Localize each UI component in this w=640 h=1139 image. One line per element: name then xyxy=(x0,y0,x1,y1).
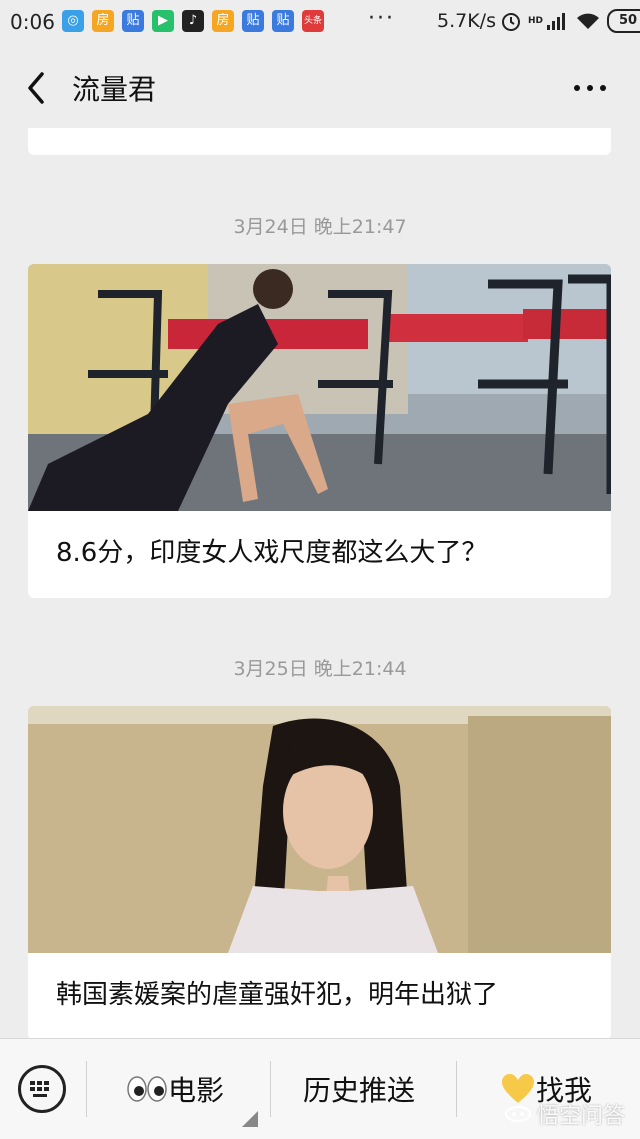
article-title: 8.6分，印度女人戏尺度都这么大了？ xyxy=(56,538,488,568)
headset-app-icon: ◎ xyxy=(62,10,84,32)
article-cover-image[interactable] xyxy=(28,706,611,953)
network-speed: 5.7K/s xyxy=(437,10,496,32)
timestamp: 3月24日 晚上21:47 xyxy=(233,216,407,238)
menu-item-movies[interactable]: 电影 xyxy=(126,1069,224,1109)
nav-bar: 流量君 xyxy=(0,44,640,128)
toutiao-app-icon: 头条 xyxy=(302,10,324,32)
article-cover-image[interactable] xyxy=(28,264,611,511)
tieba-app-icon-2: 贴 xyxy=(242,10,264,32)
article-title: 韩国素媛案的虐童强奸犯，明年出狱了 xyxy=(56,980,499,1010)
status-right: HD 50 xyxy=(500,9,640,33)
timestamp: 3月25日 晚上21:44 xyxy=(233,658,407,680)
hd-label: HD xyxy=(528,16,544,26)
back-icon[interactable] xyxy=(22,68,52,108)
menu-divider xyxy=(86,1061,87,1117)
menu-divider xyxy=(270,1061,271,1117)
menu-divider xyxy=(456,1061,457,1117)
tiktok-app-icon: ♪ xyxy=(182,10,204,32)
article-card[interactable]: 韩国素媛案的虐童强奸犯，明年出狱了 xyxy=(28,706,611,1038)
watermark-text: 悟空问答 xyxy=(537,1104,626,1129)
signal-icon xyxy=(547,13,566,30)
wukong-logo-icon xyxy=(505,1106,531,1122)
alarm-icon xyxy=(502,13,520,31)
eyes-emoji-icon xyxy=(127,1076,167,1102)
previous-article-card[interactable] xyxy=(28,128,611,155)
notification-icons: ◎ 房 贴 ▶ ♪ 房 贴 贴 头条 xyxy=(62,10,324,32)
tieba-app-icon-3: 贴 xyxy=(272,10,294,32)
battery-icon: 50 xyxy=(607,9,640,33)
message-feed[interactable]: 3月24日 晚上21:47 8.6分，印度女人戏尺度都这么大了？ 3月25日 晚… xyxy=(0,128,640,1038)
house-app-icon: 房 xyxy=(92,10,114,32)
status-time: 0:06 xyxy=(10,10,55,34)
page-title: 流量君 xyxy=(72,73,157,106)
menu-item-label: 历史推送 xyxy=(303,1074,416,1107)
tieba-app-icon: 贴 xyxy=(122,10,144,32)
menu-item-history[interactable]: 历史推送 xyxy=(303,1069,415,1109)
keyboard-toggle-button[interactable] xyxy=(18,1065,66,1113)
submenu-indicator-icon xyxy=(242,1111,258,1127)
keyboard-icon xyxy=(30,1081,49,1097)
video-app-icon: ▶ xyxy=(152,10,174,32)
more-notifications-icon: ··· xyxy=(368,6,395,31)
watermark: 悟空问答 xyxy=(505,1098,625,1130)
menu-item-label: 电影 xyxy=(168,1074,225,1107)
status-bar: 0:06 ◎ 房 贴 ▶ ♪ 房 贴 贴 头条 ··· 5.7K/s HD 50 xyxy=(0,0,640,44)
more-options-icon[interactable] xyxy=(570,78,610,98)
wifi-icon xyxy=(577,13,600,29)
house-app-icon-2: 房 xyxy=(212,10,234,32)
article-card[interactable]: 8.6分，印度女人戏尺度都这么大了？ xyxy=(28,264,611,598)
